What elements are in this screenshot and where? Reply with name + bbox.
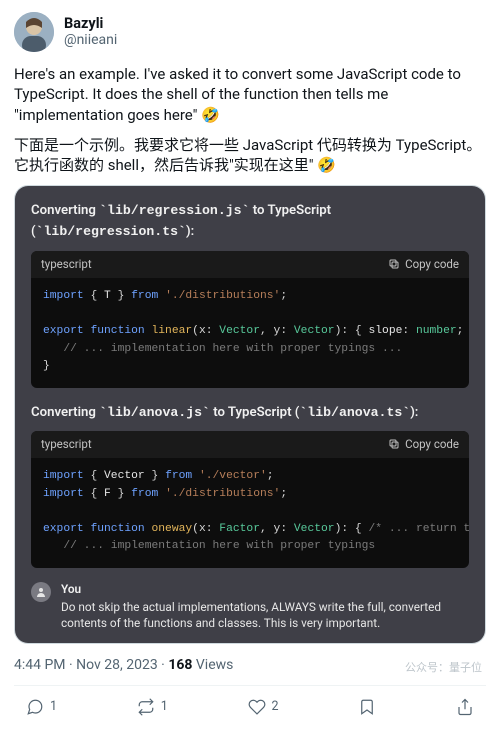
user-name-label: You [61, 582, 469, 598]
retweet-count: 1 [161, 699, 168, 716]
code-block-2: typescript Copy code import { Vector } f… [31, 431, 469, 568]
retweet-icon [137, 698, 155, 716]
code-language-label: typescript [41, 257, 92, 273]
tweet-meta: 4:44 PM · Nov 28, 2023 · 168 Views [14, 656, 486, 685]
heart-icon [248, 698, 266, 716]
embedded-image[interactable]: Converting `lib/regression.js` to TypeSc… [14, 185, 486, 644]
user-icon [35, 586, 47, 598]
share-button[interactable] [450, 694, 480, 720]
copy-icon [388, 258, 400, 270]
bookmark-button[interactable] [352, 694, 382, 720]
tweet-actions: 1 1 2 [14, 685, 486, 730]
rofl-emoji: 🤣 [317, 155, 336, 175]
code-toolbar: typescript Copy code [31, 251, 469, 279]
tweet-container: Bazyli @niieani Here's an example. I've … [0, 0, 500, 730]
copy-code-button[interactable]: Copy code [388, 257, 459, 273]
section-heading-2: Converting `lib/anova.js` to TypeScript … [31, 402, 469, 423]
section-heading-1: Converting `lib/regression.js` to TypeSc… [31, 200, 469, 242]
tweet-time[interactable]: 4:44 PM [14, 657, 66, 673]
reply-count: 1 [50, 699, 57, 716]
share-icon [456, 698, 474, 716]
author-block: Bazyli @niieani [64, 16, 117, 49]
tweet-body: Here's an example. I've asked it to conv… [14, 64, 486, 175]
tweet-header: Bazyli @niieani [14, 12, 486, 52]
code-content-1: import { T } from './distributions'; exp… [31, 278, 469, 388]
code-toolbar: typescript Copy code [31, 431, 469, 459]
code-content-2: import { Vector } from './vector'; impor… [31, 458, 469, 568]
bookmark-icon [358, 698, 376, 716]
body-paragraph-zh: 下面是一个示例。我要求它将一些 JavaScript 代码转换为 TypeScr… [14, 135, 486, 176]
reply-button[interactable]: 1 [20, 694, 63, 720]
like-count: 2 [272, 699, 279, 716]
code-block-1: typescript Copy code import { T } from '… [31, 251, 469, 388]
user-avatar [31, 582, 51, 602]
like-button[interactable]: 2 [242, 694, 285, 720]
reply-icon [26, 698, 44, 716]
body-paragraph-en: Here's an example. I've asked it to conv… [14, 64, 486, 125]
handle[interactable]: @niieani [64, 32, 117, 48]
code-language-label: typescript [41, 437, 92, 453]
user-message-text: Do not skip the actual implementations, … [61, 600, 469, 632]
tweet-date[interactable]: Nov 28, 2023 [76, 657, 158, 673]
avatar[interactable] [14, 12, 54, 52]
display-name[interactable]: Bazyli [64, 16, 117, 33]
user-message: You Do not skip the actual implementatio… [31, 582, 469, 632]
copy-icon [388, 438, 400, 450]
views-count: 168 [168, 657, 192, 673]
copy-code-button[interactable]: Copy code [388, 437, 459, 453]
retweet-button[interactable]: 1 [131, 694, 174, 720]
chatgpt-panel: Converting `lib/regression.js` to TypeSc… [15, 186, 485, 643]
rofl-emoji: 🤣 [201, 105, 220, 125]
views-label: Views [192, 657, 233, 673]
